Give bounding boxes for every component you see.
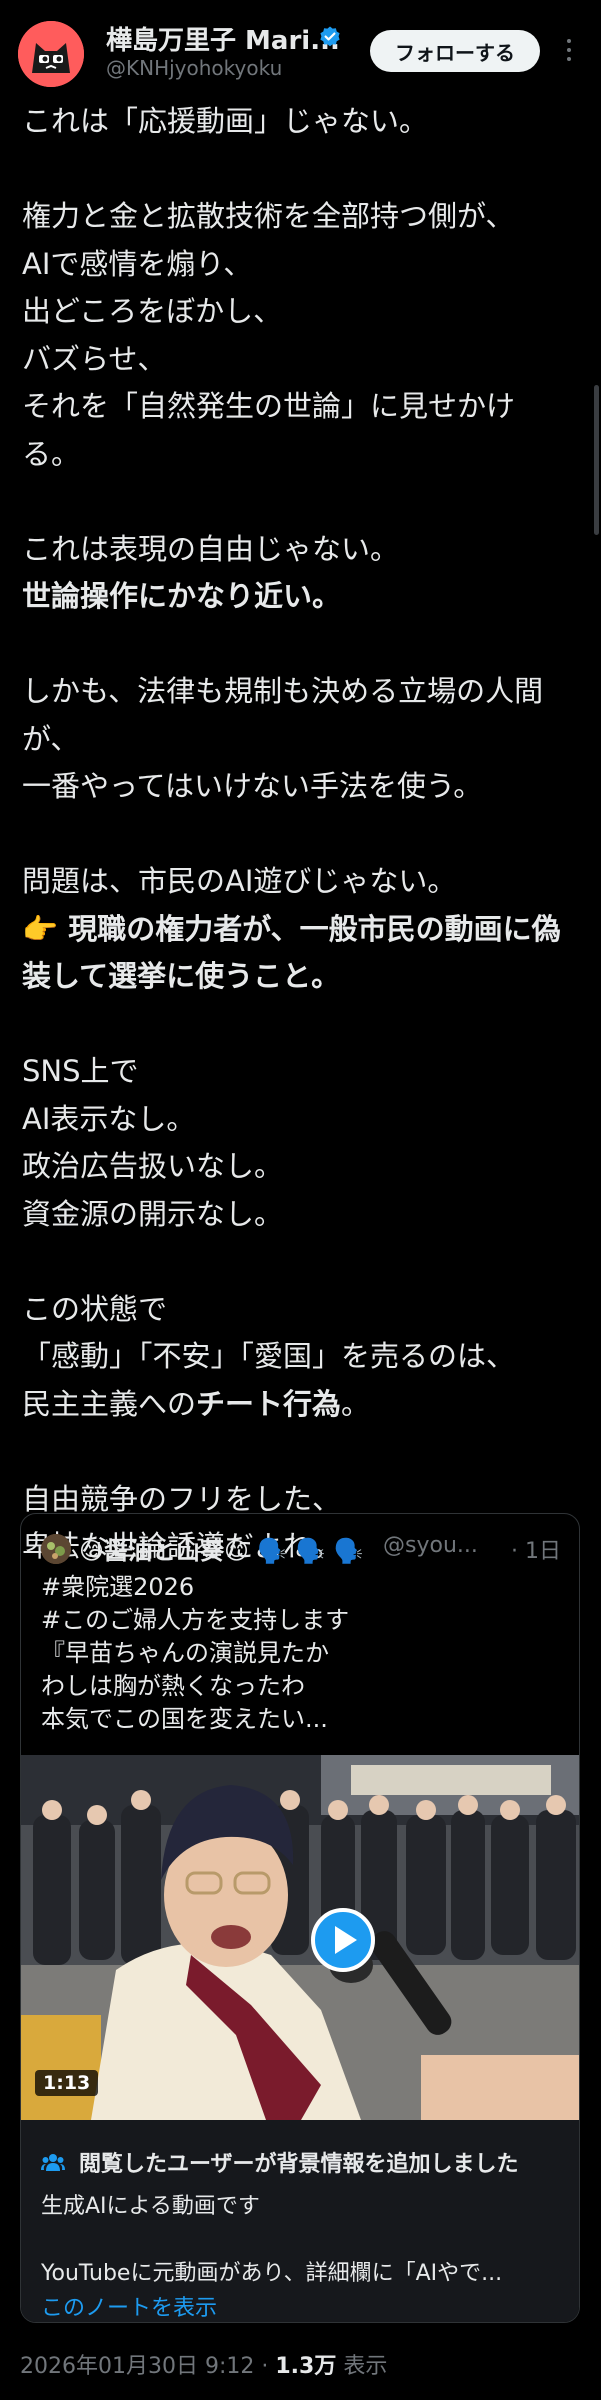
post-line: 民主主義へのチート行為。 xyxy=(22,1386,371,1421)
author-avatar[interactable] xyxy=(18,21,84,87)
quoted-post-line: わしは胸が熱くなったわ xyxy=(41,1672,305,1700)
author-display-name[interactable]: 樺島万里子 Mari... xyxy=(106,20,340,57)
post-line: 出どころをぼかし、 xyxy=(22,294,283,328)
community-note[interactable]: 閲覧したユーザーが背景情報を追加しました 生成AIによる動画です YouTube… xyxy=(21,2120,579,2322)
post-line xyxy=(22,621,582,669)
show-note-link[interactable]: このノートを表示 xyxy=(41,2290,217,2322)
post-line: 「感動」「不安」「愛国」を売るのは、 xyxy=(22,1339,516,1373)
post-datetime[interactable]: 2026年01月30日 9:12 · xyxy=(20,2354,275,2379)
post-line xyxy=(22,146,582,194)
post-meta: 2026年01月30日 9:12 · 1.3万 表示 xyxy=(20,2348,387,2380)
post-line: る。 xyxy=(22,436,81,471)
community-note-text-2: YouTubeに元動画があり、詳細欄に「AIやで... xyxy=(41,2261,503,2286)
quoted-author-handle[interactable]: @syou... xyxy=(383,1533,478,1558)
quoted-post-line: 『早苗ちゃんの演説見たか xyxy=(41,1639,329,1667)
post-line xyxy=(22,1428,582,1476)
quoted-post-line: #このご婦人方を支持します xyxy=(41,1606,350,1634)
post-line: この状態で xyxy=(22,1291,168,1326)
post-line: 👉 現職の権力者が、一般市民の動画に偽 xyxy=(22,911,561,946)
post-line: 資金源の開示なし。 xyxy=(22,1196,284,1231)
community-note-icon xyxy=(41,2154,65,2171)
post-header: 樺島万里子 Mari... @KNHjyohokyoku フォローする xyxy=(0,0,601,95)
video-player[interactable]: 1:13 xyxy=(21,1755,579,2120)
post-line: 政治広告扱いなし。 xyxy=(22,1149,284,1183)
scrollbar-thumb[interactable] xyxy=(594,385,599,535)
community-note-text-1: 生成AIによる動画です xyxy=(41,2194,260,2219)
post-line: 世論操作にかなり近い。 xyxy=(22,579,342,613)
author-handle[interactable]: @KNHjyohokyoku xyxy=(106,56,282,80)
post-line xyxy=(22,1001,582,1049)
play-icon[interactable] xyxy=(311,1908,375,1972)
post-line xyxy=(22,811,582,859)
quoted-post-time[interactable]: · 1日 xyxy=(511,1533,561,1565)
quoted-author-name[interactable]: 😊醤油と山葵😊 🗣️ 🗣️ 🗣️ xyxy=(79,1531,364,1566)
view-label: 表示 xyxy=(336,2354,388,2379)
post-line: これは「応援動画」じゃない。 xyxy=(22,104,429,138)
verified-badge-icon xyxy=(320,26,340,47)
quoted-post-line: #衆院選2026 xyxy=(41,1573,195,1601)
quoted-post-text: #衆院選2026 #このご婦人方を支持します 『早苗ちゃんの演説見たか わしは胸が熱く… xyxy=(41,1571,561,1736)
post-line xyxy=(22,1238,582,1286)
post-line: それを「自然発生の世論」に見せかけ xyxy=(22,389,516,423)
quoted-post[interactable]: 😊醤油と山葵😊 🗣️ 🗣️ 🗣️ @syou... · 1日 #衆院選2026 #… xyxy=(20,1513,580,2323)
post-line xyxy=(22,478,582,526)
more-options-icon[interactable] xyxy=(556,35,582,65)
post-line: これは表現の自由じゃない。 xyxy=(22,531,400,566)
emphasis-text: チート行為 xyxy=(196,1386,342,1421)
post-line: が、 xyxy=(22,721,80,756)
post-line: SNS上で xyxy=(22,1054,139,1088)
video-duration: 1:13 xyxy=(35,2070,99,2096)
community-note-title: 閲覧したユーザーが背景情報を追加しました xyxy=(79,2152,519,2177)
post-body-text: これは「応援動画」じゃない。権力と金と拡散技術を全部持つ側が、 AIで感情を煽り、… xyxy=(22,98,582,1571)
post-line: 権力と金と拡散技術を全部持つ側が、 xyxy=(22,199,515,233)
view-count[interactable]: 1.3万 xyxy=(275,2354,336,2379)
post-line: AIで感情を煽り、 xyxy=(22,246,253,281)
post-line: AI表示なし。 xyxy=(22,1101,196,1136)
quoted-author-avatar[interactable] xyxy=(41,1534,71,1564)
post-line: 装して選挙に使うこと。 xyxy=(22,959,341,993)
quoted-post-line: 本気でこの国を変えたい... xyxy=(41,1705,328,1733)
post-line: しかも、法律も規制も決める立場の人間 xyxy=(22,674,544,708)
post-line: 一番やってはいけない手法を使う。 xyxy=(22,769,483,803)
post-line: 問題は、市民のAI遊びじゃない。 xyxy=(22,864,457,898)
post-line: バズらせ、 xyxy=(22,341,167,376)
follow-button[interactable]: フォローする xyxy=(370,30,540,72)
video-thumbnail xyxy=(21,1755,579,2120)
